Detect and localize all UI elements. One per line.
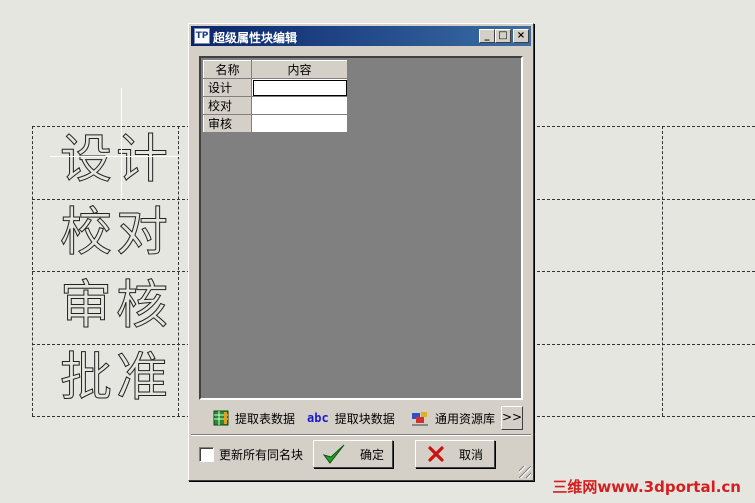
row-name: 校对 (203, 96, 252, 115)
title-bar[interactable]: TP 超级属性块编辑 _ □ × (191, 26, 531, 46)
toolbar: 提取表数据 abc 提取块数据 通用资源库 >> (199, 404, 523, 432)
maximize-button[interactable]: □ (495, 29, 511, 43)
resource-library-button[interactable]: 通用资源库 (411, 408, 495, 428)
cad-text-proofread: 校对 (59, 203, 173, 263)
close-button[interactable]: × (513, 29, 529, 43)
extract-block-button[interactable]: abc 提取块数据 (307, 408, 395, 428)
resource-library-label: 通用资源库 (435, 411, 496, 426)
cad-text-design: 设计 (59, 130, 173, 190)
cad-text-approve: 批准 (59, 348, 173, 408)
spreadsheet-icon (213, 410, 229, 426)
row-name: 设计 (203, 78, 252, 97)
row-name: 审核 (203, 114, 252, 133)
extract-block-label: 提取块数据 (334, 411, 395, 426)
cad-text-review: 审核 (59, 276, 173, 336)
dialog-title: 超级属性块编辑 (213, 31, 298, 45)
ok-label: 确定 (359, 447, 384, 462)
watermark: 三维网www.3dportal.cn (552, 478, 741, 496)
cancel-x-icon (428, 446, 444, 462)
abc-icon: abc (307, 411, 329, 425)
update-all-checkbox-row[interactable]: 更新所有同名块 (199, 446, 303, 463)
ok-button[interactable]: 确定 (313, 440, 393, 468)
cursor-crosshair (121, 88, 122, 198)
row-value-input[interactable] (251, 96, 348, 115)
cancel-button[interactable]: 取消 (415, 440, 495, 468)
update-all-checkbox[interactable] (199, 447, 214, 462)
table-row: 审核 (203, 114, 348, 133)
divider (191, 434, 531, 436)
table-row: 校对 (203, 96, 348, 115)
cursor-crosshair (50, 156, 180, 157)
attribute-grid: 名称 内容 设计 校对 审核 (199, 56, 523, 400)
attribute-table: 名称 内容 设计 校对 审核 (203, 60, 348, 133)
cancel-label: 取消 (458, 447, 483, 462)
table-line (178, 126, 179, 416)
app-icon: TP (194, 28, 210, 44)
resource-library-icon (412, 412, 428, 426)
update-all-label: 更新所有同名块 (219, 448, 304, 462)
column-header-content: 内容 (251, 60, 348, 79)
extract-table-label: 提取表数据 (235, 411, 296, 426)
minimize-button[interactable]: _ (479, 29, 495, 43)
row-value-input[interactable] (251, 114, 348, 133)
extract-table-button[interactable]: 提取表数据 (213, 408, 295, 428)
checkmark-icon (322, 444, 345, 464)
table-line (32, 126, 33, 416)
more-button[interactable]: >> (501, 406, 523, 430)
table-line (662, 126, 663, 416)
column-header-name: 名称 (203, 60, 252, 79)
table-row: 设计 (203, 78, 348, 97)
resize-grip[interactable] (519, 466, 531, 478)
attribute-block-dialog: TP 超级属性块编辑 _ □ × 名称 内容 设计 校对 审核 提取表数据 ab… (188, 23, 534, 481)
row-value-input[interactable] (251, 78, 348, 97)
